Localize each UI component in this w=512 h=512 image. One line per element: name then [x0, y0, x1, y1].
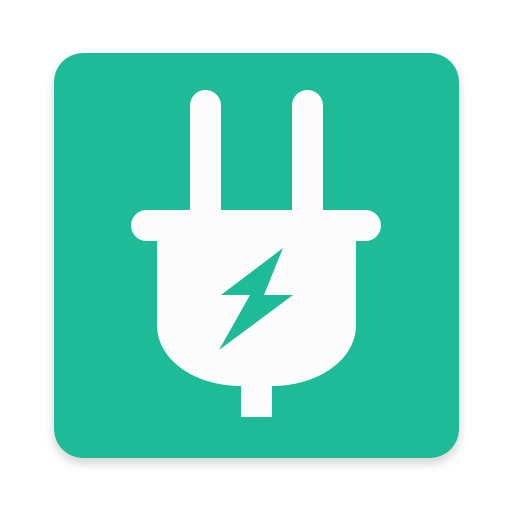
app-icon[interactable]	[54, 53, 459, 458]
icon-canvas	[0, 0, 512, 512]
power-plug-icon	[54, 53, 459, 458]
